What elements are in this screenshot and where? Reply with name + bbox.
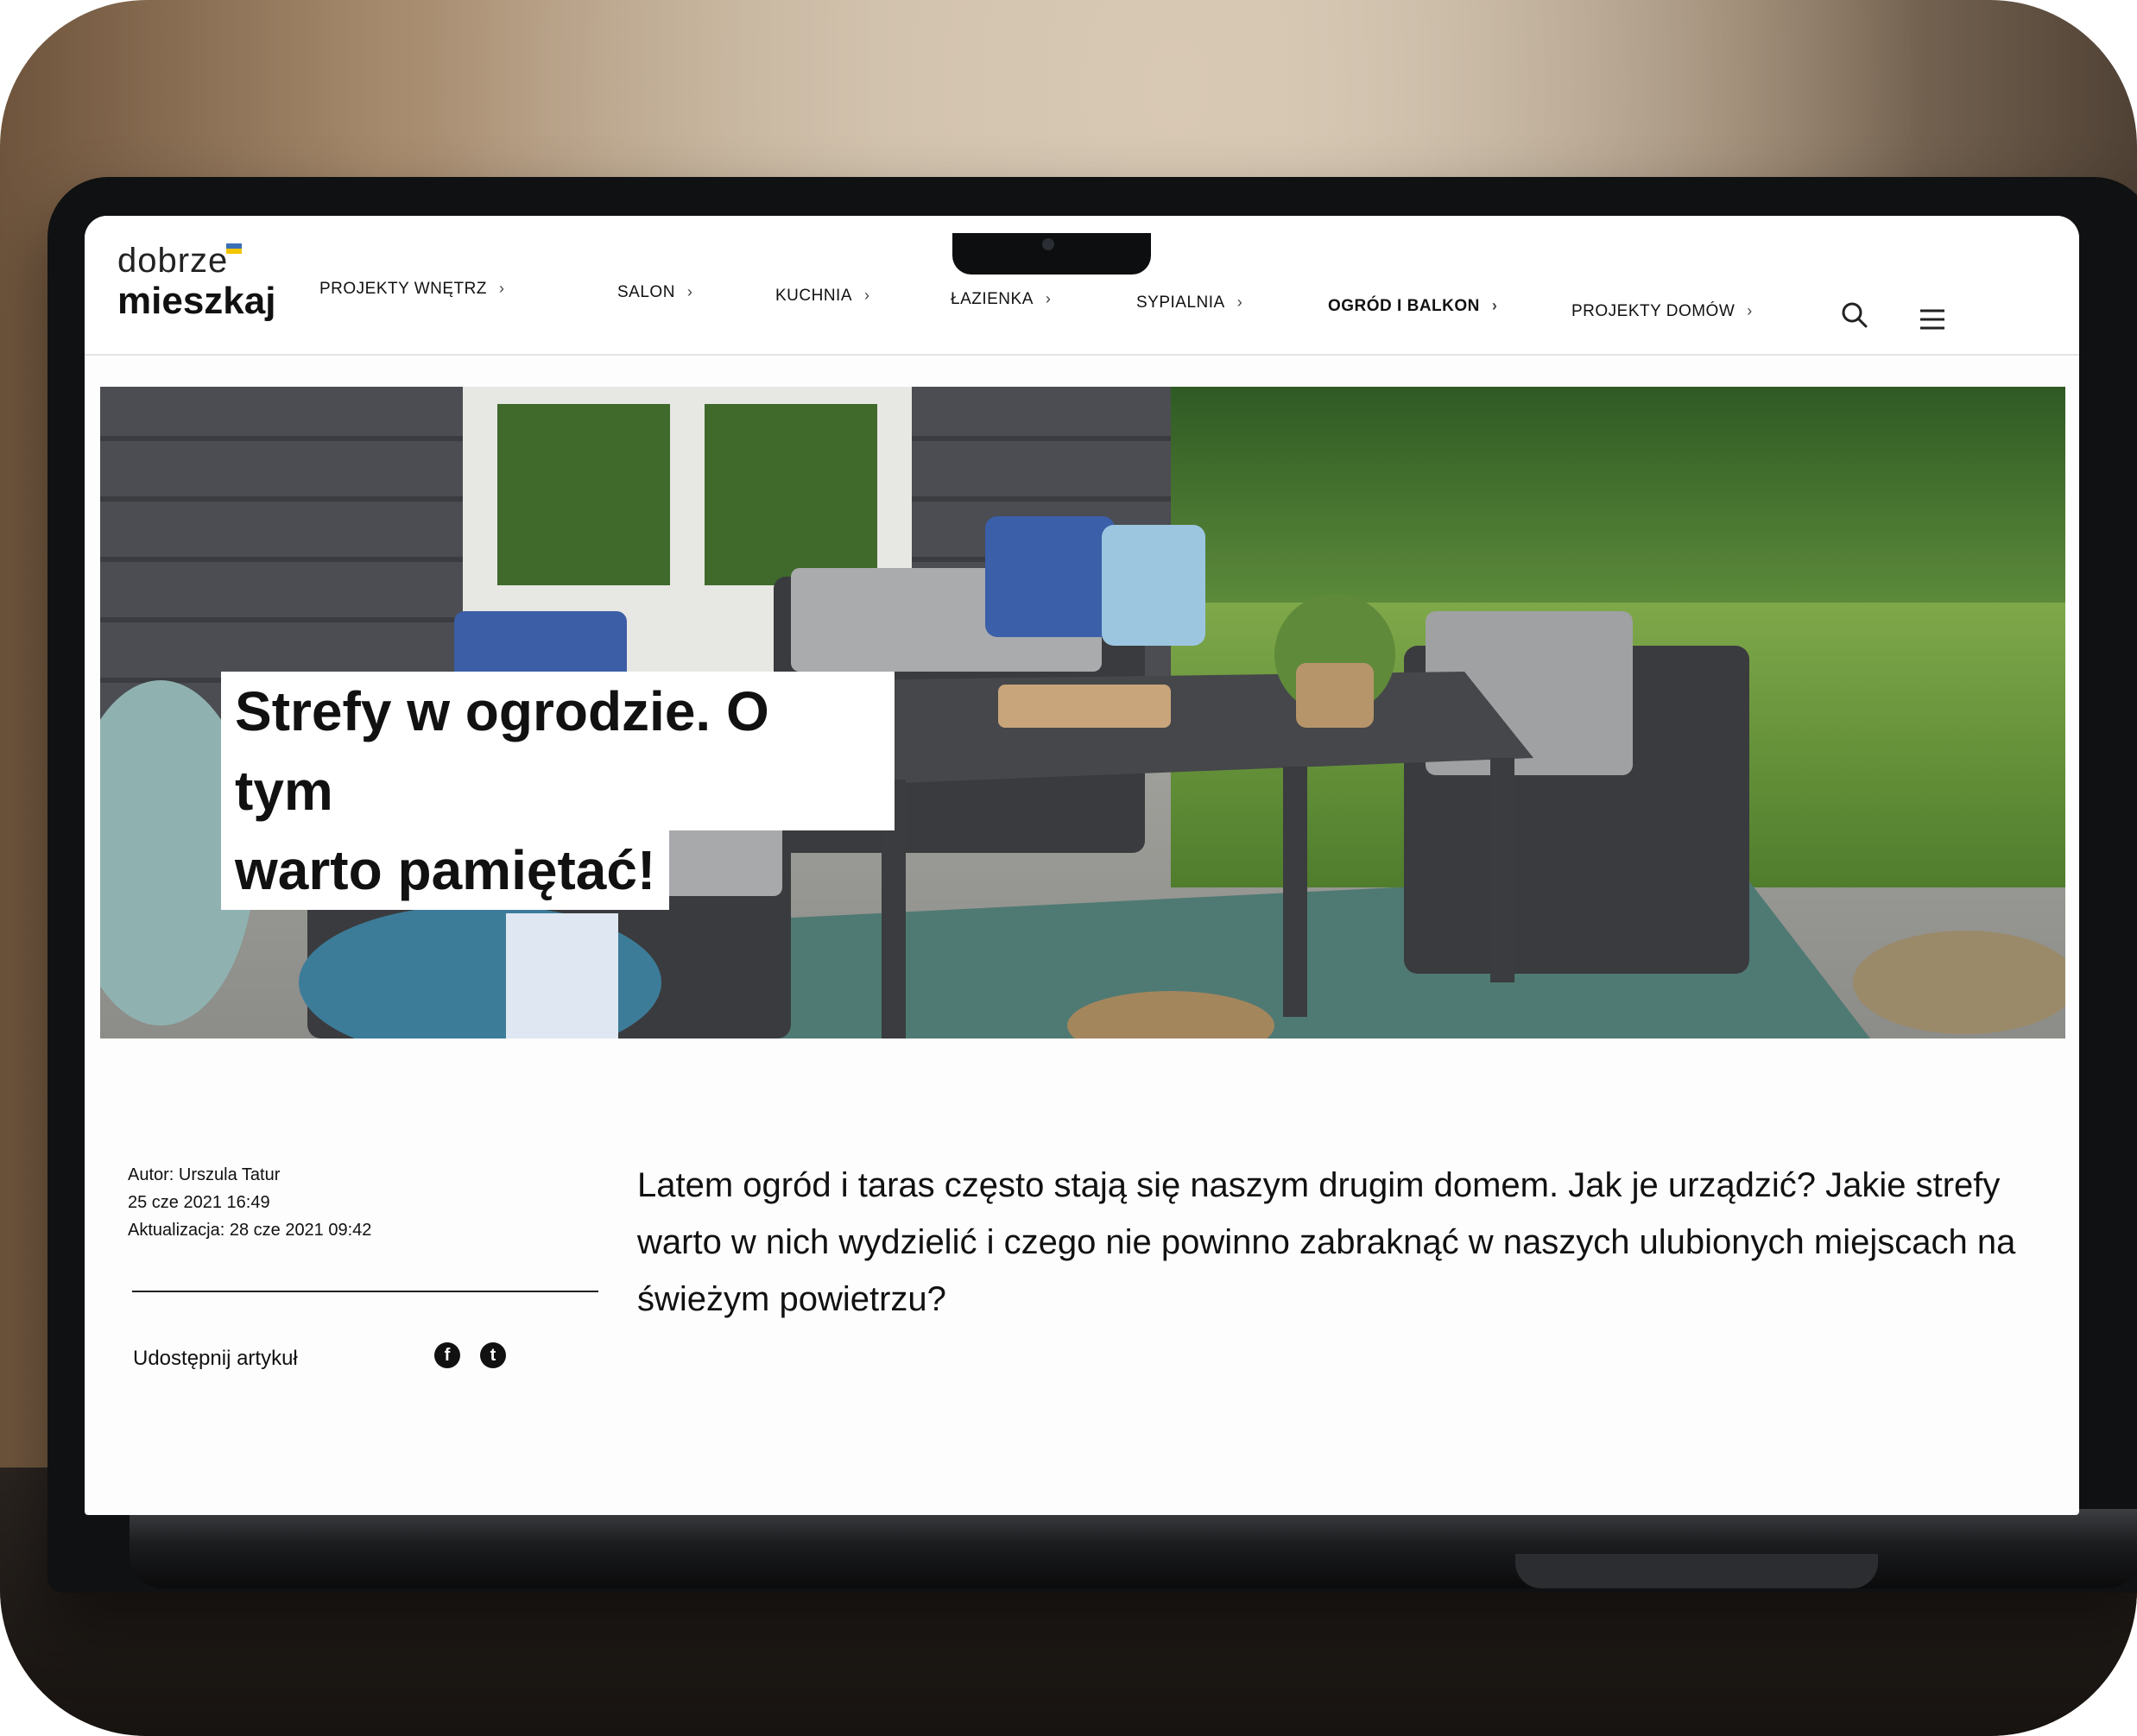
webcam-icon [1042, 238, 1054, 250]
nav-label: KUCHNIA [775, 287, 853, 305]
nav-item-kuchnia[interactable]: KUCHNIA › [775, 287, 870, 306]
search-icon [1842, 302, 1868, 328]
article-updated-date: Aktualizacja: 28 cze 2021 09:42 [128, 1221, 372, 1240]
search-button[interactable] [1837, 298, 1872, 332]
hero-image: Strefy w ogrodzie. O tym warto pamiętać! [100, 387, 2065, 1038]
nav-label: OGRÓD I BALKON [1328, 297, 1480, 315]
chevron-right-icon: › [1236, 294, 1243, 311]
meta-divider [132, 1291, 598, 1292]
menu-button[interactable] [1915, 302, 1950, 337]
article-published-date: 25 cze 2021 16:49 [128, 1193, 270, 1212]
chevron-right-icon: › [499, 280, 505, 297]
laptop-hinge [1515, 1554, 1878, 1588]
browser-viewport: dobrze mieszkaj PROJEKTY WNĘTRZ › SALON › … [85, 216, 2079, 1515]
ukraine-flag-icon [226, 243, 242, 254]
nav-label: PROJEKTY DOMÓW [1571, 302, 1736, 320]
nav-label: SYPIALNIA [1136, 294, 1225, 312]
logo-text-top: dobrze [117, 242, 229, 280]
nav-item-projekty-wnetrz[interactable]: PROJEKTY WNĘTRZ › [319, 280, 505, 299]
chevron-right-icon: › [686, 283, 693, 300]
hamburger-menu-icon [1920, 309, 1944, 330]
chevron-right-icon: › [1747, 302, 1753, 319]
article-meta: Autor: Urszula Tatur 25 cze 2021 16:49 A… [128, 1161, 371, 1244]
nav-item-ogrod-i-balkon[interactable]: OGRÓD I BALKON › [1328, 297, 1497, 316]
nav-label: SALON [617, 283, 675, 301]
article-title-line-1: Strefy w ogrodzie. O tym [221, 672, 895, 830]
nav-label: PROJEKTY WNĘTRZ [319, 280, 487, 298]
nav-item-salon[interactable]: SALON › [617, 283, 692, 302]
background-scene: dobrze mieszkaj PROJEKTY WNĘTRZ › SALON › … [0, 0, 2137, 1736]
logo-text-bottom: mieszkaj [117, 280, 276, 322]
facebook-icon: f [444, 1346, 451, 1365]
share-label: Udostępnij artykuł [133, 1347, 298, 1370]
nav-item-lazienka[interactable]: ŁAZIENKA › [951, 290, 1051, 309]
nav-item-sypialnia[interactable]: SYPIALNIA › [1136, 294, 1242, 312]
site-logo[interactable]: dobrze mieszkaj [117, 242, 275, 328]
facebook-share-button[interactable]: f [434, 1342, 460, 1368]
twitter-icon: t [490, 1346, 496, 1365]
article-title-line-2: warto pamiętać! [221, 830, 670, 910]
article-author: Autor: Urszula Tatur [128, 1165, 281, 1184]
chevron-right-icon: › [1045, 290, 1052, 307]
article-title: Strefy w ogrodzie. O tym warto pamiętać! [221, 672, 895, 910]
nav-item-projekty-domow[interactable]: PROJEKTY DOMÓW › [1571, 302, 1753, 321]
nav-label: ŁAZIENKA [951, 290, 1034, 308]
chevron-right-icon: › [864, 287, 870, 304]
article-lead: Latem ogród i taras często stają się nas… [637, 1166, 2016, 1318]
chevron-right-icon: › [1491, 297, 1498, 314]
twitter-share-button[interactable]: t [480, 1342, 506, 1368]
